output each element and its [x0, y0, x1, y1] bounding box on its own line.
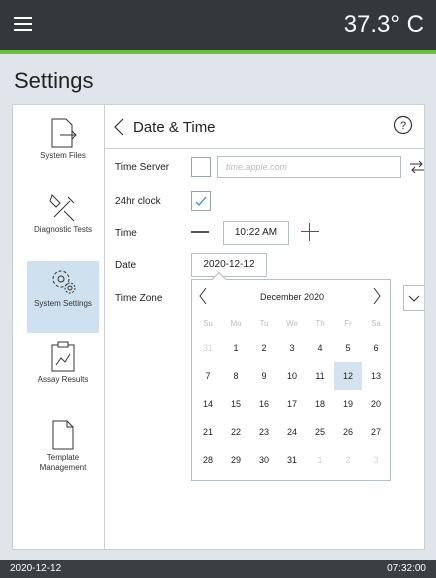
date-label: Date	[115, 260, 137, 271]
weekday-header: Fr	[344, 319, 352, 328]
time-server-label: Time Server	[115, 162, 170, 173]
chevron-left-icon[interactable]	[113, 117, 125, 137]
sidebar-item-label: System Files	[40, 151, 86, 160]
calendar-day[interactable]: 15	[222, 390, 250, 418]
weekday-header: Su	[203, 319, 213, 328]
calendar-day[interactable]: 16	[250, 390, 278, 418]
date-field[interactable]: 2020-12-12	[191, 253, 267, 277]
time-zone-select[interactable]	[403, 285, 425, 311]
calendar-month-title: December 2020	[259, 292, 325, 302]
calendar-day[interactable]: 23	[250, 418, 278, 446]
calendar-day[interactable]: 28	[194, 446, 222, 474]
calendar-day[interactable]: 21	[194, 418, 222, 446]
calendar-day[interactable]: 2	[250, 334, 278, 362]
status-date: 2020-12-12	[10, 563, 62, 574]
file-export-icon	[51, 118, 77, 148]
calendar-day[interactable]: 11	[306, 362, 334, 390]
status-bar: 2020-12-12 07:32:00	[0, 560, 436, 578]
page-title: Settings	[14, 68, 94, 93]
checkmark-icon	[195, 196, 207, 206]
calendar-day[interactable]: 3	[278, 334, 306, 362]
calendar-day[interactable]: 6	[362, 334, 390, 362]
status-time: 07:32:00	[387, 563, 426, 574]
weekday-header: Tu	[259, 319, 269, 328]
chevron-right-icon[interactable]	[372, 287, 382, 305]
weekday-header: Mo	[230, 319, 242, 328]
calendar-day[interactable]: 30	[250, 446, 278, 474]
gears-icon	[52, 270, 76, 294]
calendar-day[interactable]: 17	[278, 390, 306, 418]
sync-arrows-icon[interactable]	[409, 159, 425, 175]
temperature-readout: 37.3° C	[343, 11, 424, 38]
content-header: Date & Time ?	[105, 105, 425, 149]
chart-clipboard-icon	[51, 341, 75, 372]
calendar-day[interactable]: 7	[194, 362, 222, 390]
time-server-input[interactable]: time.apple.com	[217, 156, 401, 178]
clock-24hr-checkbox[interactable]	[191, 191, 211, 211]
calendar-day[interactable]: 31	[194, 334, 222, 362]
section-title: Date & Time	[133, 119, 216, 136]
calendar-day[interactable]: 22	[222, 418, 250, 446]
calendar-day[interactable]: 26	[334, 418, 362, 446]
help-icon[interactable]: ?	[393, 115, 413, 135]
calendar-day[interactable]: 14	[194, 390, 222, 418]
time-decrement-button[interactable]	[191, 231, 209, 233]
time-increment-button[interactable]	[301, 223, 319, 241]
calendar-day[interactable]: 13	[362, 362, 390, 390]
calendar-day[interactable]: 31	[278, 446, 306, 474]
date-time-content: Date & Time ? Time Server time.apple.com…	[105, 105, 425, 549]
weekday-header: Th	[315, 319, 325, 328]
calendar-day[interactable]: 5	[334, 334, 362, 362]
sidebar-item-label: Assay Results	[37, 375, 89, 384]
chevron-down-icon	[408, 295, 420, 302]
calendar-day[interactable]: 2	[334, 446, 362, 474]
sidebar-item-label: System Settings	[34, 299, 92, 308]
calendar-day[interactable]: 8	[222, 362, 250, 390]
calendar-day[interactable]: 19	[334, 390, 362, 418]
tools-icon	[49, 194, 75, 222]
time-field[interactable]: 10:22 AM	[223, 221, 289, 245]
top-bar: 37.3° C	[0, 0, 436, 54]
sidebar-item-label: Diagnostic Tests	[33, 225, 93, 234]
time-zone-label: Time Zone	[115, 293, 163, 304]
sidebar-item-assay-results[interactable]: Assay Results	[27, 337, 99, 409]
sidebar-item-label: Template Management	[39, 453, 87, 472]
calendar-day[interactable]: 29	[222, 446, 250, 474]
calendar-day[interactable]: 4	[306, 334, 334, 362]
sidebar: System Files Diagnostic Tests System Set…	[13, 105, 105, 549]
document-icon	[52, 420, 74, 450]
calendar-day[interactable]: 1	[306, 446, 334, 474]
calendar-day[interactable]: 24	[278, 418, 306, 446]
sidebar-item-system-settings[interactable]: System Settings	[27, 261, 99, 333]
sidebar-item-template-management[interactable]: Template Management	[27, 415, 99, 487]
time-label: Time	[115, 228, 137, 239]
clock-format-label: 24hr clock	[115, 196, 161, 207]
time-server-checkbox[interactable]	[191, 157, 211, 177]
weekday-header: Sa	[371, 319, 381, 328]
calendar-day[interactable]: 27	[362, 418, 390, 446]
calendar-day[interactable]: 9	[250, 362, 278, 390]
calendar-day[interactable]: 10	[278, 362, 306, 390]
calendar-day[interactable]: 1	[222, 334, 250, 362]
date-picker-popup: December 2020 Su Mo Tu We Th Fr Sa 31 1 2 3 4 5 6 7 8 9 1…	[191, 271, 391, 481]
settings-panel: System Files Diagnostic Tests System Set…	[12, 104, 425, 550]
weekday-header: We	[286, 319, 298, 328]
calendar-day[interactable]: 20	[362, 390, 390, 418]
calendar-day-selected[interactable]: 12	[334, 362, 362, 390]
calendar-day[interactable]: 25	[306, 418, 334, 446]
menu-icon[interactable]	[14, 16, 32, 32]
sidebar-item-system-files[interactable]: System Files	[27, 113, 99, 185]
sidebar-item-diagnostic-tests[interactable]: Diagnostic Tests	[27, 187, 99, 259]
calendar-day[interactable]: 3	[362, 446, 390, 474]
calendar-day[interactable]: 18	[306, 390, 334, 418]
svg-text:?: ?	[400, 120, 406, 132]
